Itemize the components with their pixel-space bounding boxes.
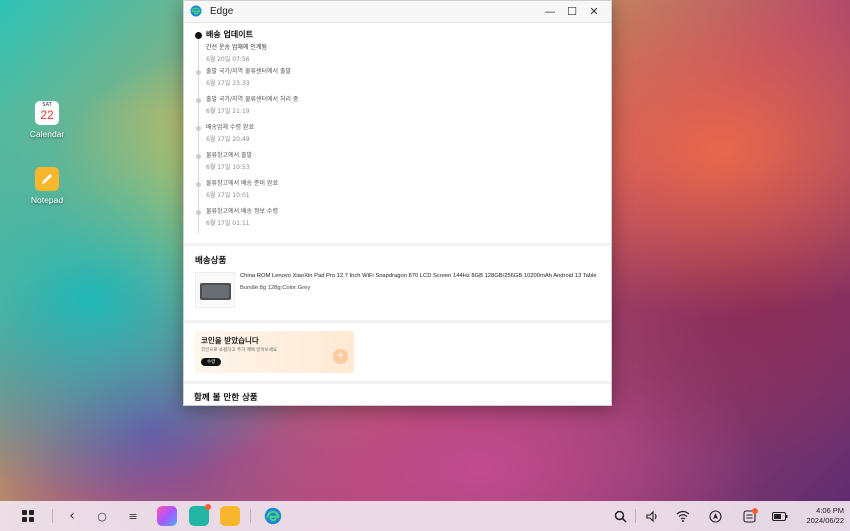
timeline-item: 물류창고에서 배송 준비 완료 6월 17일 10:01 bbox=[196, 179, 601, 207]
product-name[interactable]: China ROM Lenovo XiaoXin Pad Pro 12.7 In… bbox=[240, 272, 597, 280]
window-title: Edge bbox=[210, 6, 234, 17]
timeline-item: 배송 업데이트 간선 운송 업체에 인계됨 6월 20일 07:56 bbox=[195, 29, 601, 67]
timeline-substatus: 간선 운송 업체에 인계됨 bbox=[206, 44, 267, 51]
window-titlebar[interactable]: Edge — ☐ ✕ bbox=[184, 1, 611, 23]
calendar-label: Calendar bbox=[29, 129, 65, 139]
notification-badge bbox=[205, 504, 211, 510]
taskbar-divider bbox=[52, 509, 53, 523]
timeline-status: 출발 국가/지역 물류센터에서 처리 중 bbox=[206, 96, 299, 103]
tracking-timeline: 배송 업데이트 간선 운송 업체에 인계됨 6월 20일 07:56 출발 국가… bbox=[184, 23, 611, 243]
home-button[interactable]: ○ bbox=[94, 501, 110, 531]
timeline-dot bbox=[196, 98, 201, 103]
notes-status-icon[interactable] bbox=[741, 501, 758, 531]
timeline-time: 6월 17일 23:33 bbox=[206, 80, 250, 87]
section-title: 배송상품 bbox=[195, 256, 227, 266]
timeline-status: 물류창고에서 배송 정보 수령 bbox=[206, 208, 278, 215]
minimize-button[interactable]: — bbox=[539, 3, 561, 21]
timeline-status: 배송 업데이트 bbox=[206, 30, 253, 39]
edge-window: Edge — ☐ ✕ 배송 업데이트 간선 운송 업체에 인계됨 6월 20일 … bbox=[183, 0, 612, 406]
timeline-item: 출발 국가/지역 물류센터에서 출발 6월 17일 23:33 bbox=[196, 67, 601, 95]
coin-banner[interactable]: 코인을 받았습니다 코인으로 쇼핑하고 추가 혜택 받아보세요 수령 + bbox=[194, 331, 354, 373]
search-icon[interactable] bbox=[612, 501, 628, 531]
taskbar-divider bbox=[635, 509, 636, 523]
timeline-time: 6월 17일 10:53 bbox=[206, 164, 250, 171]
product-thumbnail[interactable] bbox=[195, 272, 235, 308]
wifi-icon[interactable] bbox=[675, 501, 691, 531]
timeline-dot bbox=[196, 70, 201, 75]
timeline-item: 배송업체 수령 완료 6월 17일 20:49 bbox=[196, 123, 601, 151]
timeline-dot bbox=[196, 154, 201, 159]
coin-description: 코인으로 쇼핑하고 추가 혜택 받아보세요 bbox=[201, 348, 278, 353]
photos-app-icon[interactable] bbox=[157, 501, 177, 531]
timeline-dot bbox=[196, 126, 201, 131]
timeline-status: 배송업체 수령 완료 bbox=[206, 124, 254, 131]
close-button[interactable]: ✕ bbox=[583, 3, 605, 21]
shipped-product-section: 배송상품 China ROM Lenovo XiaoXin Pad Pro 12… bbox=[184, 246, 611, 320]
edge-taskbar-icon[interactable] bbox=[263, 501, 283, 531]
related-products-section: 함께 볼 만한 상품 bbox=[184, 384, 611, 405]
product-row[interactable]: China ROM Lenovo XiaoXin Pad Pro 12.7 In… bbox=[195, 272, 601, 308]
timeline-item: 출발 국가/지역 물류센터에서 처리 중 6월 17일 21:19 bbox=[196, 95, 601, 123]
coin-section: 코인을 받았습니다 코인으로 쇼핑하고 추가 혜택 받아보세요 수령 + bbox=[184, 323, 611, 381]
timeline-time: 6월 17일 21:19 bbox=[206, 108, 250, 115]
calendar-desktop-icon[interactable]: SAT 22 Calendar bbox=[12, 101, 82, 139]
clock[interactable]: 4:06 PM 2024/06/22 bbox=[806, 506, 844, 526]
start-grid-icon[interactable] bbox=[18, 501, 38, 531]
notepad-label: Notepad bbox=[30, 195, 64, 205]
coin-title: 코인을 받았습니다 bbox=[201, 336, 259, 345]
timeline-time: 6월 17일 20:49 bbox=[206, 136, 250, 143]
calendar-icon: SAT 22 bbox=[35, 101, 59, 125]
timeline-dot-current bbox=[195, 32, 202, 39]
timeline-status: 출발 국가/지역 물류센터에서 출발 bbox=[206, 68, 292, 75]
timeline-status: 물류창고에서 출발 bbox=[206, 152, 253, 159]
volume-icon[interactable] bbox=[644, 501, 660, 531]
timeline-dot bbox=[196, 182, 201, 187]
timeline-time: 6월 20일 07:56 bbox=[206, 56, 250, 63]
store-app-icon[interactable] bbox=[189, 501, 211, 531]
calendar-date: 22 bbox=[40, 108, 54, 122]
clock-time: 4:06 PM bbox=[816, 506, 844, 515]
notification-badge bbox=[752, 508, 758, 514]
timeline-item: 물류창고에서 출발 6월 17일 10:53 bbox=[196, 151, 601, 179]
edge-logo-icon bbox=[190, 2, 202, 21]
taskbar-divider bbox=[250, 509, 251, 523]
section-title: 함께 볼 만한 상품 bbox=[194, 393, 258, 403]
coin-plus-icon: + bbox=[333, 349, 348, 364]
clock-date: 2024/06/22 bbox=[806, 516, 844, 525]
recents-button[interactable]: ≡ bbox=[125, 501, 141, 531]
timeline-status: 물류창고에서 배송 준비 완료 bbox=[206, 180, 278, 187]
battery-icon[interactable] bbox=[771, 501, 789, 531]
back-button[interactable]: ‹ bbox=[64, 501, 80, 531]
location-icon[interactable] bbox=[707, 501, 723, 531]
page-content[interactable]: 배송 업데이트 간선 운송 업체에 인계됨 6월 20일 07:56 출발 국가… bbox=[184, 23, 611, 405]
timeline-time: 6월 17일 10:01 bbox=[206, 192, 250, 199]
collect-coin-button[interactable]: 수령 bbox=[201, 358, 222, 366]
notepad-desktop-icon[interactable]: Notepad bbox=[12, 167, 82, 205]
product-options: Bundle:8g 128g;Color:Grey bbox=[240, 285, 311, 291]
taskbar: ‹ ○ ≡ 4:06 PM 2024/06/22 bbox=[0, 501, 850, 531]
timeline-dot bbox=[196, 210, 201, 215]
timeline-time: 6월 17일 01:11 bbox=[206, 220, 250, 227]
timeline-item: 물류창고에서 배송 정보 수령 6월 17일 01:11 bbox=[196, 207, 601, 235]
maximize-button[interactable]: ☐ bbox=[561, 3, 583, 21]
notepad-icon bbox=[35, 167, 59, 191]
files-app-icon[interactable] bbox=[220, 501, 240, 531]
